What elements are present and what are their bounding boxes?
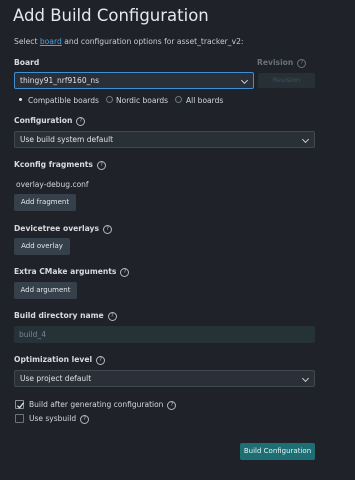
add-fragment-button[interactable]: Add fragment	[14, 194, 76, 211]
revision-label: Revision	[257, 58, 294, 67]
help-circle-icon[interactable]: ?	[167, 401, 177, 410]
kconfig-label: Kconfig fragments	[14, 160, 93, 169]
revision-input[interactable]: Revision	[258, 73, 315, 88]
build-after-label: Build after generating configuration	[29, 400, 164, 409]
configuration-label: Configuration	[14, 116, 73, 125]
sysbuild-label: Use sysbuild	[29, 414, 77, 423]
help-circle-icon[interactable]: ?	[120, 268, 130, 277]
board-select[interactable]: thingy91_nrf9160_ns	[14, 72, 254, 89]
devicetree-label: Devicetree overlays	[14, 224, 100, 233]
check-icon	[17, 402, 25, 409]
build-after-label-group: Build after generating configuration?	[29, 400, 177, 410]
help-circle-icon[interactable]: ?	[76, 117, 86, 126]
optimization-select-value: Use project default	[20, 374, 92, 383]
add-overlay-button[interactable]: Add overlay	[14, 238, 70, 255]
build-configuration-button[interactable]: Build Configuration	[240, 443, 315, 460]
add-argument-button[interactable]: Add argument	[14, 282, 77, 299]
build-directory-input[interactable]: build_4	[14, 326, 315, 343]
configuration-select-value: Use build system default	[20, 135, 114, 144]
kconfig-label-group: Kconfig fragments?	[14, 160, 106, 170]
chevron-down-icon	[301, 135, 310, 144]
chevron-down-icon	[301, 374, 310, 383]
page-subtitle: Select board and configuration options f…	[14, 37, 243, 46]
optimization-select[interactable]: Use project default	[14, 370, 315, 387]
help-circle-icon[interactable]: ?	[297, 59, 307, 68]
radio-label-all-boards: All boards	[186, 96, 224, 105]
help-circle-icon[interactable]: ?	[96, 356, 106, 365]
build-after-checkbox[interactable]	[15, 400, 25, 409]
radio-all-boards[interactable]	[175, 96, 182, 103]
help-circle-icon[interactable]: ?	[107, 312, 117, 321]
configuration-select[interactable]: Use build system default	[14, 131, 315, 148]
cmake-label-group: Extra CMake arguments?	[14, 267, 130, 277]
help-circle-icon[interactable]: ?	[103, 225, 113, 234]
board-link[interactable]: board	[40, 37, 62, 46]
optimization-label-group: Optimization level?	[14, 355, 106, 365]
cmake-label: Extra CMake arguments	[14, 267, 117, 276]
radio-label-compatible-boards: Compatible boards	[28, 96, 99, 105]
radio-label-nordic-boards: Nordic boards	[116, 96, 169, 105]
configuration-label-group: Configuration?	[14, 116, 86, 126]
help-circle-icon[interactable]: ?	[96, 161, 106, 170]
build-dir-label: Build directory name	[14, 311, 104, 320]
help-circle-icon[interactable]: ?	[80, 415, 90, 424]
sysbuild-checkbox[interactable]	[15, 414, 24, 423]
radio-nordic-boards[interactable]	[106, 96, 113, 103]
board-label: Board	[14, 58, 40, 67]
devicetree-label-group: Devicetree overlays?	[14, 224, 113, 234]
subtitle-suffix: and configuration options for asset_trac…	[61, 37, 244, 46]
revision-label-group: Revision?	[257, 58, 307, 68]
subtitle-prefix: Select	[14, 37, 40, 46]
build-dir-label-group: Build directory name?	[14, 311, 117, 321]
board-select-value: thingy91_nrf9160_ns	[20, 76, 99, 85]
sysbuild-label-group: Use sysbuild?	[29, 414, 90, 424]
radio-compatible-boards[interactable]	[17, 96, 24, 103]
optimization-label: Optimization level	[14, 355, 93, 364]
kconfig-fragment-item: overlay-debug.conf	[16, 180, 89, 189]
chevron-down-icon	[240, 76, 249, 85]
page-title: Add Build Configuration	[13, 6, 209, 25]
